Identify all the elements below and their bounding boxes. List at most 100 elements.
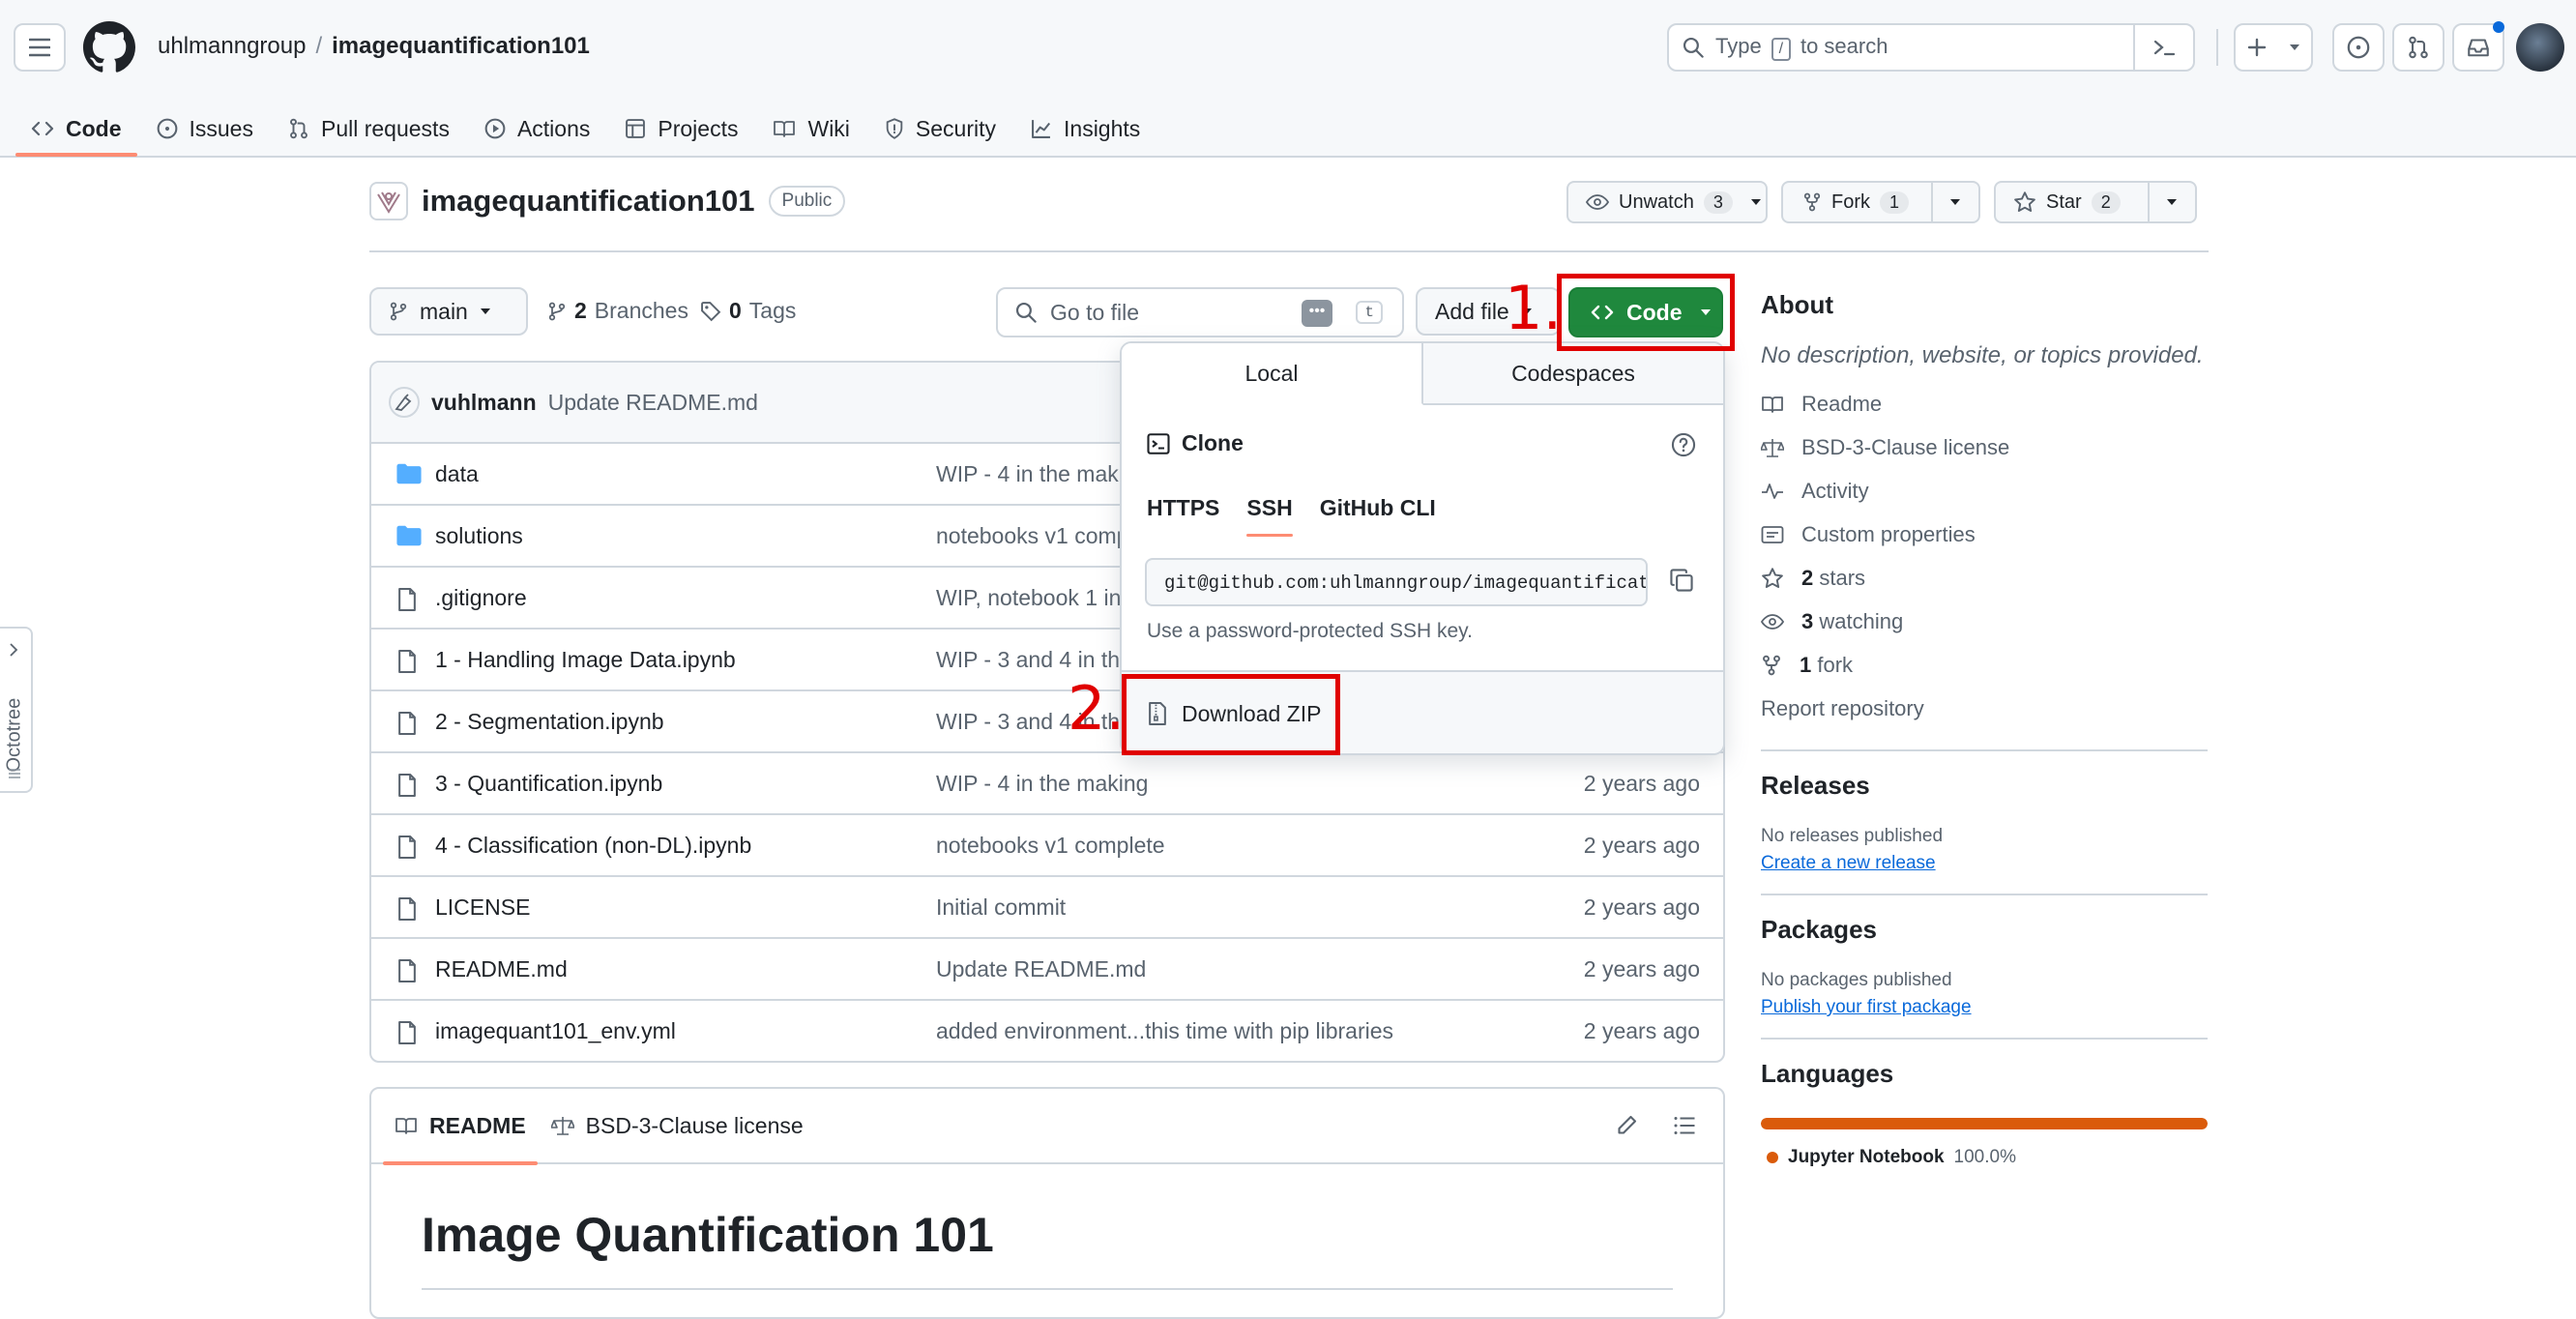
watch-count: 3 [1703,191,1733,214]
file-row[interactable]: 3 - Quantification.ipynb WIP - 4 in the m… [371,753,1723,815]
repo-title: imagequantification101 Public [369,182,846,220]
breadcrumb-repo[interactable]: imagequantification101 [332,33,590,60]
eye-icon [1761,613,1784,630]
sidebar-watching-link[interactable]: 3 watching [1761,600,2208,643]
commit-message[interactable]: Update README.md [548,390,758,416]
branch-selector[interactable]: main [369,287,528,336]
law-icon [550,1117,574,1135]
file-name-link[interactable]: imagequant101_env.yml [435,1018,676,1044]
star-icon [2014,191,2035,212]
file-name-link[interactable]: README.md [435,956,568,982]
file-type-icon [396,587,418,612]
file-name-link[interactable]: 2 - Segmentation.ipynb [435,709,664,735]
file-commit-message[interactable]: added environment...this time with pip l… [936,1018,1507,1044]
file-commit-message[interactable]: Initial commit [936,894,1507,921]
file-row[interactable]: imagequant101_env.yml added environment..… [371,1001,1723,1061]
sidebar-forks-link[interactable]: 1 fork [1761,643,2208,687]
clone-help-button[interactable] [1671,432,1696,457]
file-name-link[interactable]: solutions [435,523,523,549]
star-dropdown-button[interactable] [2147,183,2195,221]
tab-license[interactable]: BSD-3-Clause license [550,1088,804,1163]
octotree-sidebar-toggle[interactable]: Octotree [0,627,33,793]
file-name-link[interactable]: .gitignore [435,585,527,611]
breadcrumb: uhlmanngroup / imagequantification101 [158,33,590,60]
sidebar-stars-link[interactable]: 2 stars [1761,556,2208,600]
sidebar-readme-link[interactable]: Readme [1761,382,2208,425]
tab-projects[interactable]: Projects [607,101,755,157]
repo-owner-avatar[interactable] [369,182,408,220]
caret-down-icon [1950,199,1961,205]
report-repository-link[interactable]: Report repository [1761,687,2208,730]
file-row[interactable]: README.md Update README.md 2 years ago [371,939,1723,1001]
book-icon [774,121,796,137]
commit-author[interactable]: vuhlmann [431,390,537,416]
tab-local[interactable]: Local [1122,343,1423,405]
file-commit-message[interactable]: Update README.md [936,956,1507,982]
breadcrumb-owner[interactable]: uhlmanngroup [158,33,306,60]
tab-pull-requests[interactable]: Pull requests [271,101,467,157]
file-commit-message[interactable]: WIP - 4 in the making [936,771,1507,797]
file-row[interactable]: LICENSE Initial commit 2 years ago [371,877,1723,939]
header-divider [2216,29,2218,66]
tab-readme[interactable]: README [383,1088,538,1165]
unwatch-label: Unwatch [1619,191,1694,213]
star-icon [1762,567,1783,588]
sidebar-license-link[interactable]: BSD-3-Clause license [1761,425,2208,469]
fork-dropdown-button[interactable] [1930,183,1978,221]
create-release-link[interactable]: Create a new release [1761,853,2208,874]
sidebar-custom-properties-link[interactable]: Custom properties [1761,513,2208,556]
file-name-link[interactable]: 3 - Quantification.ipynb [435,771,662,797]
menu-button[interactable] [14,23,66,72]
clone-url-field[interactable]: git@github.com:uhlmanngroup/imagequantif… [1145,558,1648,606]
branch-name: main [420,298,468,324]
tab-https[interactable]: HTTPS [1133,479,1233,537]
unwatch-button[interactable]: Unwatch 3 [1566,181,1768,223]
file-name-link[interactable]: 1 - Handling Image Data.ipynb [435,647,736,673]
search-shortcut-key: / [1771,38,1791,61]
repo-name[interactable]: imagequantification101 [422,184,755,219]
branches-link[interactable]: 2 Branches [547,298,688,324]
language-item[interactable]: Jupyter Notebook 100.0% [1761,1147,2208,1168]
tab-codespaces[interactable]: Codespaces [1423,343,1723,403]
copy-url-button[interactable] [1669,568,1694,593]
file-commit-date: 2 years ago [1583,956,1700,982]
step1-label: 1. [1505,273,1563,343]
tab-github-cli[interactable]: GitHub CLI [1306,479,1449,537]
sidebar-activity-link[interactable]: Activity [1761,469,2208,513]
outline-button[interactable] [1673,1114,1696,1137]
notification-dot [2493,21,2504,33]
star-button[interactable]: Star 2 [1994,181,2197,223]
publish-package-link[interactable]: Publish your first package [1761,997,2208,1018]
github-logo-icon[interactable] [83,21,135,73]
releases-heading[interactable]: Releases [1761,771,2208,801]
tags-link[interactable]: 0 Tags [700,298,796,324]
file-row[interactable]: 4 - Classification (non-DL).ipynb noteboo… [371,815,1723,877]
file-commit-message[interactable]: notebooks v1 complete [936,833,1507,859]
file-name-link[interactable]: 4 - Classification (non-DL).ipynb [435,833,751,859]
search-input[interactable]: Type / to search [1667,23,2195,72]
tab-insights[interactable]: Insights [1013,101,1157,157]
tab-code[interactable]: Code [14,101,139,157]
tab-security[interactable]: Security [867,101,1013,157]
tab-actions[interactable]: Actions [467,101,607,157]
go-to-file-input[interactable]: Go to file ••• t [996,287,1404,337]
avatar[interactable] [2516,23,2564,72]
issues-button[interactable] [2332,23,2385,72]
file-icon [398,1020,416,1045]
divider [1761,1038,2208,1040]
book-icon [395,1118,417,1134]
fork-button[interactable]: Fork 1 [1781,181,1980,223]
tab-issues[interactable]: Issues [139,101,271,157]
command-palette-button[interactable] [2133,25,2193,70]
file-type-icon [396,896,418,922]
tab-ssh[interactable]: SSH [1233,479,1305,537]
file-name-link[interactable]: data [435,461,479,487]
tab-wiki[interactable]: Wiki [755,101,866,157]
pull-requests-button[interactable] [2392,23,2444,72]
file-name-link[interactable]: LICENSE [435,894,530,921]
commit-author-avatar[interactable] [389,387,420,418]
edit-readme-button[interactable] [1615,1114,1638,1137]
create-new-button[interactable] [2234,23,2313,72]
packages-heading[interactable]: Packages [1761,915,2208,945]
note-icon [1761,525,1784,543]
